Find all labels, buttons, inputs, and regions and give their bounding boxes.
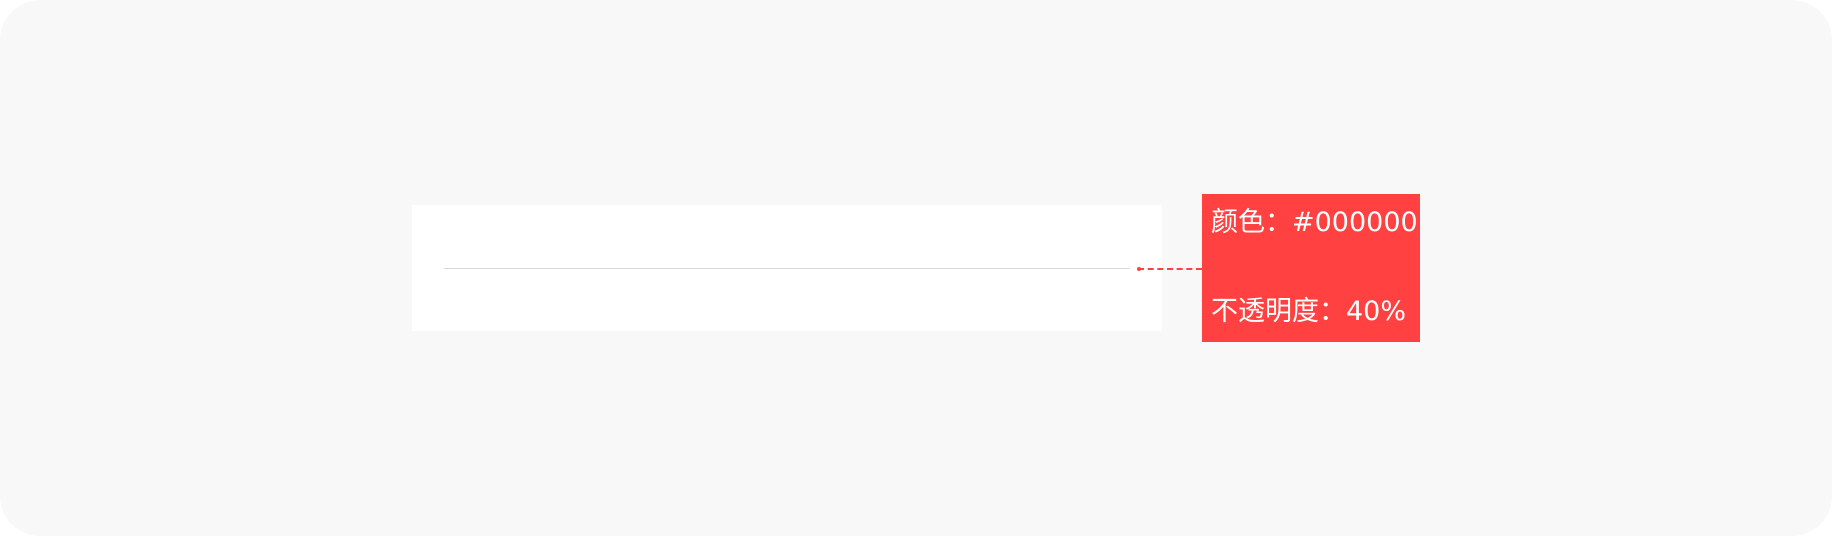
divider-line [444,268,1130,269]
design-spec-canvas: 颜色：#000000 不透明度：40% [0,0,1832,536]
spec-annotation: 颜色：#000000 不透明度：40% [1202,194,1420,342]
color-spec-label: 颜色：#000000 [1211,207,1418,238]
opacity-spec-label: 不透明度：40% [1211,296,1407,327]
preview-card [412,205,1162,331]
annotation-leader-line [1138,268,1202,270]
